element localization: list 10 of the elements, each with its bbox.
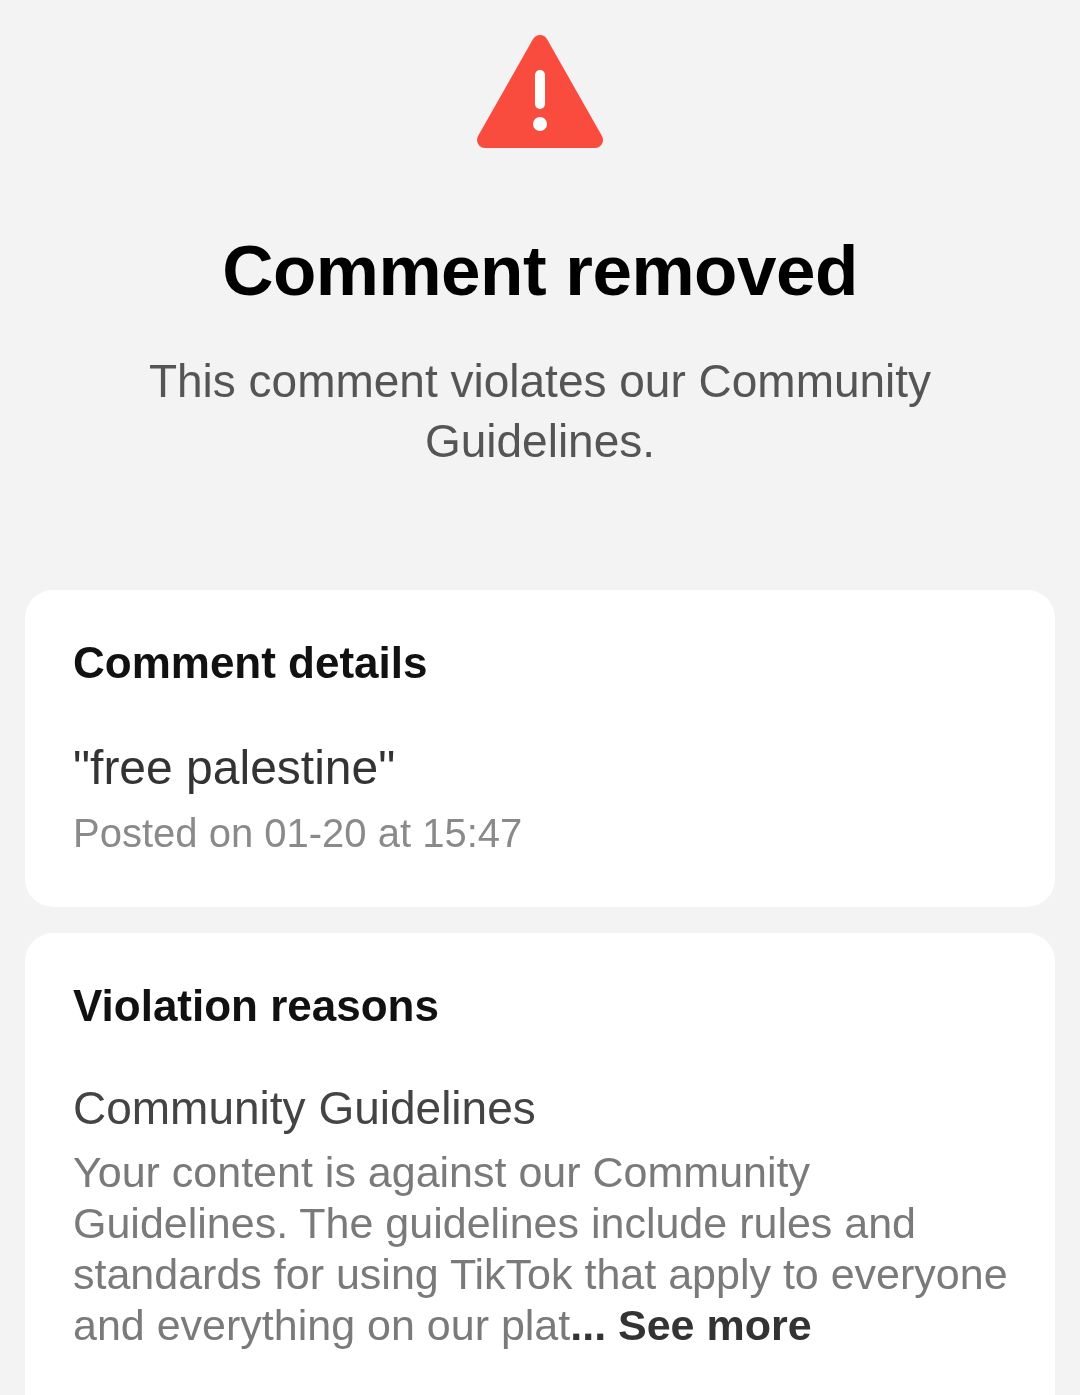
section-heading: Comment details: [73, 638, 428, 688]
reason-description: Your content is against our Community Guidelines. The guidelines include rules and standards for using TikTok that apply to everyone and everything on our plat... See more: [73, 1147, 1009, 1351]
posted-date: Posted on 01-20 at 15:47: [73, 811, 523, 855]
reason-title: Community Guidelines: [73, 1083, 536, 1133]
see-more-link[interactable]: ... See more: [570, 1301, 812, 1349]
page-subtitle: This comment violates our Community Guidelines.: [147, 354, 933, 469]
section-heading: Violation reasons: [73, 981, 439, 1031]
comment-text: "free palestine": [73, 743, 396, 793]
warning-icon: [476, 34, 604, 148]
page-title: Comment removed: [222, 232, 858, 309]
